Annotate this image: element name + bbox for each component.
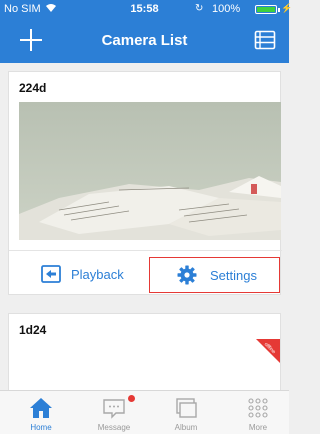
camera-list[interactable]: 224d Playback Settings 1d24 offline [0,63,289,390]
tab-message[interactable]: Message [78,391,150,434]
settings-label: Settings [210,268,257,283]
camera-card[interactable]: 1d24 offline [8,313,281,390]
list-view-button[interactable] [254,29,276,51]
charging-icon: ⚡ [281,3,293,13]
battery-percent: 100% [212,3,241,15]
tab-message-label: Message [97,423,131,432]
page-title: Camera List [101,32,188,49]
orientation-lock-icon: ↻ [195,3,204,14]
camera-preview[interactable] [19,102,281,240]
list-icon [254,30,276,50]
tab-album-label: Album [174,423,198,432]
tab-bar: Home Message Album More [0,390,289,434]
notification-dot [128,395,135,402]
offline-badge: offline [256,339,280,363]
home-icon [29,397,53,419]
tab-home-label: Home [30,423,52,432]
nav-bar: Camera List [0,18,289,63]
camera-name: 224d [19,81,47,95]
tab-home[interactable]: Home [5,391,77,434]
tab-album[interactable]: Album [150,391,222,434]
tab-more-label: More [248,423,268,432]
message-icon [102,397,126,419]
tab-more[interactable]: More [222,391,294,434]
gear-icon [177,265,197,285]
camera-card: 224d Playback Settings [8,71,282,295]
playback-label: Playback [71,267,124,282]
battery-icon [255,5,280,14]
status-bar: No SIM 15:58 ↻ 100% ⚡ [0,0,293,18]
settings-button[interactable]: Settings [149,257,280,293]
status-time: 15:58 [130,3,159,15]
playback-icon [41,265,61,283]
album-icon [174,397,198,419]
camera-name: 1d24 [19,323,47,337]
card-divider [9,250,282,251]
playback-button[interactable]: Playback [15,257,141,293]
more-grid-icon [246,397,270,419]
